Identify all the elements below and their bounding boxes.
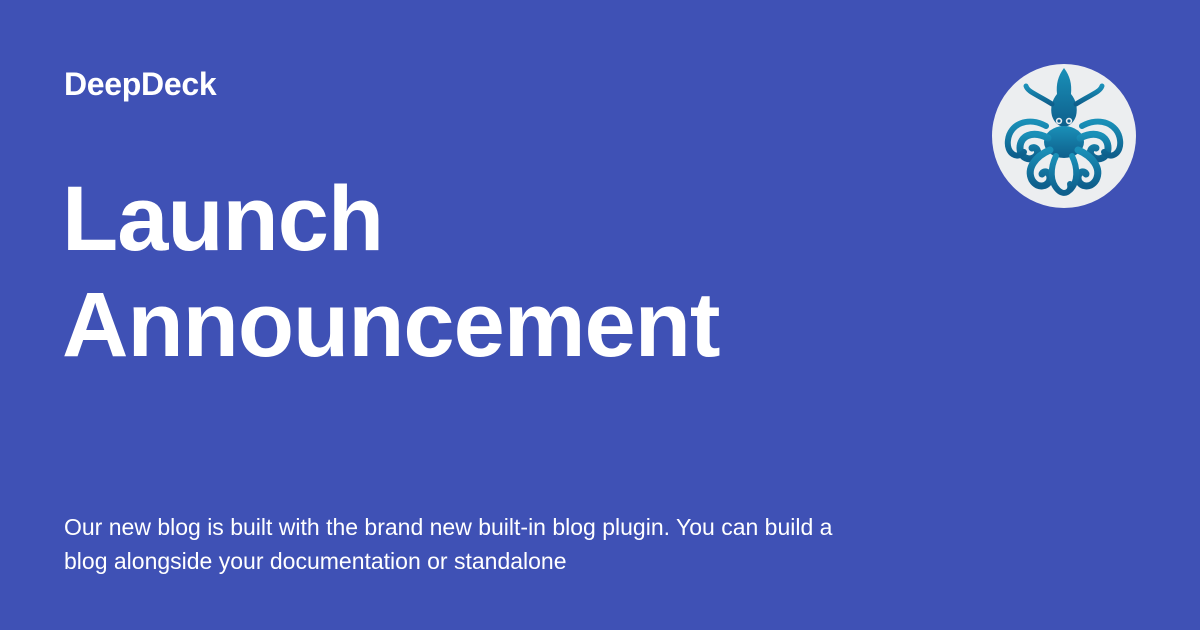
title-line-1: Launch: [62, 168, 384, 270]
site-name: DeepDeck: [64, 66, 217, 102]
social-card: DeepDeck Launch Announcement Our new blo…: [0, 0, 1200, 630]
octopus-icon: [1004, 68, 1124, 196]
page-title: Launch Announcement: [62, 166, 962, 378]
title-line-2: Announcement: [62, 274, 721, 376]
site-logo: [992, 64, 1136, 208]
page-description: Our new blog is built with the brand new…: [64, 514, 833, 574]
